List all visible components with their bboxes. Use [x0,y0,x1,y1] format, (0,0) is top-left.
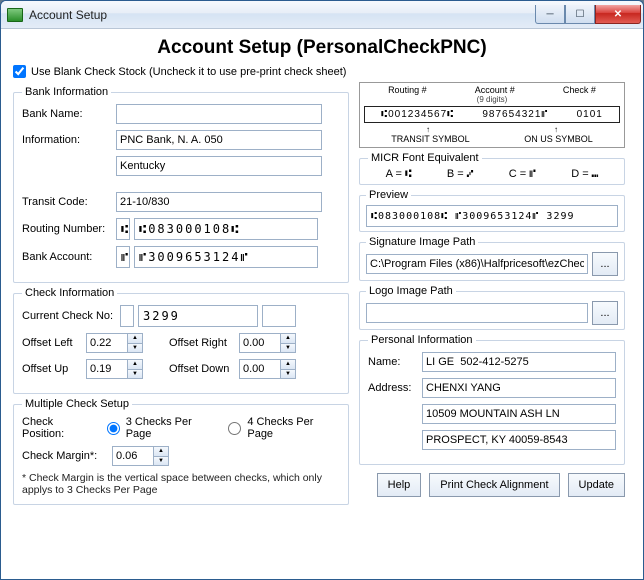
routing-number-label: Routing Number: [22,223,112,235]
address1-input[interactable] [422,378,616,398]
check-position-label: Check Position: [22,416,97,440]
personal-information-group: Personal Information Name: Address: [359,334,625,465]
bank-name-input[interactable] [116,104,322,124]
offset-up-label: Offset Up [22,363,82,375]
check-no-symbol [120,305,134,327]
logo-image-path-group: Logo Image Path ... [359,285,625,330]
update-button[interactable]: Update [568,473,625,497]
offset-down-label: Offset Down [169,363,235,375]
page-title: Account Setup (PersonalCheckPNC) [13,37,631,59]
info-line1-input[interactable] [116,130,322,150]
address-label: Address: [368,382,418,394]
bank-account-input[interactable]: ⑈3009653124⑈ [134,246,318,268]
minimize-button[interactable]: ─ [535,5,565,24]
print-check-alignment-button[interactable]: Print Check Alignment [429,473,559,497]
check-information-group: Check Information Current Check No: 3299… [13,287,349,394]
offset-up-spinner[interactable]: ▲▼ [86,359,143,379]
signature-image-path-group: Signature Image Path ... [359,236,625,281]
account-setup-window: Account Setup ─ ☐ ✕ Account Setup (Perso… [0,0,644,580]
account-symbol: ⑈ [116,246,130,268]
current-check-no-label: Current Check No: [22,310,116,322]
preview-value: ⑆083000108⑆ ⑈3009653124⑈ 3299 [366,205,618,227]
offset-right-label: Offset Right [169,337,235,349]
window-title: Account Setup [29,8,535,22]
offset-right-spinner[interactable]: ▲▼ [239,333,296,353]
offset-left-label: Offset Left [22,337,82,349]
four-checks-label: 4 Checks Per Page [247,416,340,440]
offset-left-spinner[interactable]: ▲▼ [86,333,143,353]
bank-info-legend: Bank Information [22,86,111,98]
transit-code-label: Transit Code: [22,196,112,208]
routing-number-input[interactable]: ⑆083000108⑆ [134,218,318,240]
signature-path-input[interactable] [366,254,588,274]
check-margin-label: Check Margin*: [22,450,108,462]
name-label: Name: [368,356,418,368]
multi-legend: Multiple Check Setup [22,398,132,410]
address2-input[interactable] [422,404,616,424]
check-info-legend: Check Information [22,287,117,299]
preview-group: Preview ⑆083000108⑆ ⑈3009653124⑈ 3299 [359,189,625,232]
use-blank-check-stock-checkbox[interactable] [13,65,26,78]
three-checks-radio[interactable] [107,422,120,435]
signature-browse-button[interactable]: ... [592,252,618,276]
logo-path-input[interactable] [366,303,588,323]
maximize-button[interactable]: ☐ [565,5,595,24]
routing-symbol: ⑆ [116,218,130,240]
info-line2-input[interactable] [116,156,322,176]
information-label: Information: [22,134,112,146]
three-checks-label: 3 Checks Per Page [126,416,219,440]
help-button[interactable]: Help [377,473,422,497]
micr-font-equivalent-group: MICR Font Equivalent A = ⑆ B = ⑇ C = ⑈ D… [359,152,625,185]
transit-code-input[interactable] [116,192,322,212]
current-check-no-input[interactable]: 3299 [138,305,258,327]
multiple-check-setup-group: Multiple Check Setup Check Position: 3 C… [13,398,349,505]
name-input[interactable] [422,352,616,372]
titlebar[interactable]: Account Setup ─ ☐ ✕ [1,1,643,29]
bank-account-label: Bank Account: [22,251,112,263]
micr-diagram: Routing # Account # Check # (9 digits) ⑆… [359,82,625,148]
check-no-extra[interactable] [262,305,296,327]
check-margin-spinner[interactable]: ▲▼ [112,446,169,466]
offset-down-spinner[interactable]: ▲▼ [239,359,296,379]
margin-footnote: * Check Margin is the vertical space bet… [22,472,340,496]
up-arrow-icon[interactable]: ▲ [128,334,142,344]
logo-browse-button[interactable]: ... [592,301,618,325]
bank-information-group: Bank Information Bank Name: Information: [13,86,349,283]
close-button[interactable]: ✕ [595,5,641,24]
four-checks-radio[interactable] [228,422,241,435]
use-blank-check-stock-label: Use Blank Check Stock (Uncheck it to use… [31,66,346,78]
down-arrow-icon[interactable]: ▼ [128,344,142,353]
bank-name-label: Bank Name: [22,108,112,120]
app-icon [7,8,23,22]
address3-input[interactable] [422,430,616,450]
